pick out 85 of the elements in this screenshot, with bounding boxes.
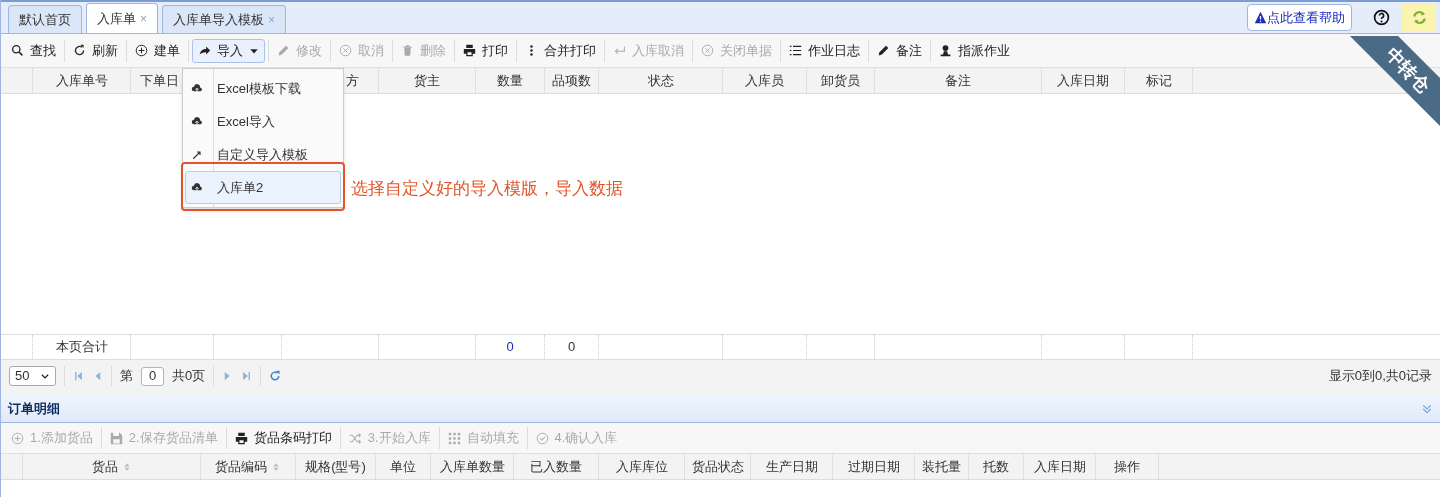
column-header[interactable]: 备注 [945, 70, 971, 91]
page-label: 第 [120, 367, 133, 386]
double-chevron-down-icon [1421, 403, 1433, 415]
warning-icon [1254, 11, 1267, 24]
toolbar-button[interactable]: 导入 [192, 38, 265, 63]
printer-icon [463, 44, 476, 57]
total-cell-text: 本页合计 [55, 338, 108, 357]
toolbar-button[interactable]: 打印 [458, 38, 513, 63]
page-size-select[interactable]: 50 [9, 366, 56, 386]
toolbar-button[interactable]: 备注 [872, 38, 927, 63]
column-header[interactable]: 货品状态 [691, 456, 744, 477]
check-circle-icon [535, 431, 549, 445]
menu-item[interactable]: Excel模板下载 [185, 72, 341, 105]
menu-item[interactable]: 入库单2 [185, 171, 341, 204]
diagonal-arrow-icon [191, 148, 203, 161]
column-header[interactable]: 入库库位 [615, 456, 668, 477]
menu-item[interactable]: 自定义导入模板 [185, 138, 341, 171]
column-header[interactable]: 装托量 [922, 456, 961, 477]
column-header[interactable]: 入库日期 [1033, 456, 1086, 477]
column-header[interactable]: 入库单数量 [439, 456, 505, 477]
column-header[interactable]: 下单日 [140, 70, 179, 91]
return-arrow-icon [613, 44, 626, 57]
plus-circle-icon [135, 44, 148, 57]
cloud-upload-icon [191, 181, 203, 194]
column-header[interactable]: 状态 [647, 70, 674, 91]
toolbar-button[interactable]: 作业日志 [784, 38, 865, 63]
cancel-circle-icon [339, 44, 352, 57]
menu-item[interactable]: Excel导入 [185, 105, 341, 138]
total-cell-text: 0 [567, 338, 576, 357]
trash-icon [401, 44, 414, 57]
sync-icon [1410, 9, 1428, 26]
column-header[interactable]: 单位 [390, 456, 416, 477]
column-header[interactable]: 数量 [497, 70, 523, 91]
toolbar-button[interactable]: 查找 [6, 38, 61, 63]
column-header[interactable]: 标记 [1145, 70, 1172, 91]
cancel-circle-icon [701, 44, 714, 57]
person-icon [939, 44, 952, 57]
help-tooltip[interactable]: 点此查看帮助 [1247, 4, 1352, 31]
column-header[interactable]: 过期日期 [847, 456, 900, 477]
column-header[interactable]: 操作 [1114, 456, 1140, 477]
column-header[interactable]: 货品编码 [215, 456, 281, 477]
column-header[interactable]: 入库单号 [55, 70, 108, 91]
column-header[interactable]: 入库员 [745, 70, 784, 91]
refresh-icon [73, 44, 86, 57]
panel-title: 订单明细 [8, 400, 60, 419]
first-page-icon [73, 370, 84, 382]
column-header[interactable]: 入库日期 [1057, 70, 1109, 91]
column-header[interactable]: 托数 [983, 456, 1009, 477]
grid-dots-icon [447, 431, 461, 445]
search-icon [11, 44, 24, 57]
chevron-down-icon [40, 371, 50, 381]
list-icon [789, 44, 802, 57]
record-summary: 显示0到0,共0记录 [1328, 367, 1432, 386]
last-page-icon [241, 370, 253, 382]
pencil-icon [277, 44, 290, 57]
total-cell-text: 0 [506, 338, 514, 357]
toolbar-button[interactable]: 合并打印 [520, 38, 601, 63]
column-header[interactable]: 货品 [91, 456, 132, 477]
column-header[interactable]: 生产日期 [765, 456, 818, 477]
toolbar-button[interactable]: 刷新 [68, 38, 123, 63]
plus-circle-icon [11, 431, 24, 445]
column-header[interactable]: 方 [346, 70, 359, 91]
column-header[interactable]: 规格(型号) [305, 456, 366, 477]
page-count: 共0页 [172, 367, 206, 386]
page-input[interactable]: 0 [141, 366, 164, 386]
toolbar-button[interactable]: 货品条码打印 [229, 426, 337, 450]
column-header[interactable]: 已入数量 [530, 456, 582, 477]
column-header[interactable]: 卸货员 [821, 70, 860, 91]
tab[interactable]: 入库单导入模板 × [162, 5, 287, 33]
reload-icon [269, 370, 282, 382]
cloud-upload-icon [191, 82, 203, 95]
pencil-icon [877, 44, 890, 57]
toolbar-button[interactable]: 指派作业 [934, 38, 1015, 63]
printer-icon [234, 431, 248, 445]
share-arrow-icon [198, 44, 211, 57]
shuffle-icon [348, 431, 362, 445]
tab[interactable]: 默认首页 [8, 5, 82, 33]
cloud-upload-icon [191, 115, 203, 128]
help-icon [1373, 9, 1390, 26]
tab[interactable]: 入库单 × [86, 3, 158, 33]
toolbar-button[interactable]: 建单 [130, 38, 185, 63]
column-header[interactable]: 货主 [414, 70, 440, 91]
column-header[interactable]: 品项数 [552, 70, 591, 91]
annotation-text: 选择自定义好的导入模版，导入数据 [351, 178, 623, 200]
sync-button[interactable] [1402, 3, 1436, 32]
